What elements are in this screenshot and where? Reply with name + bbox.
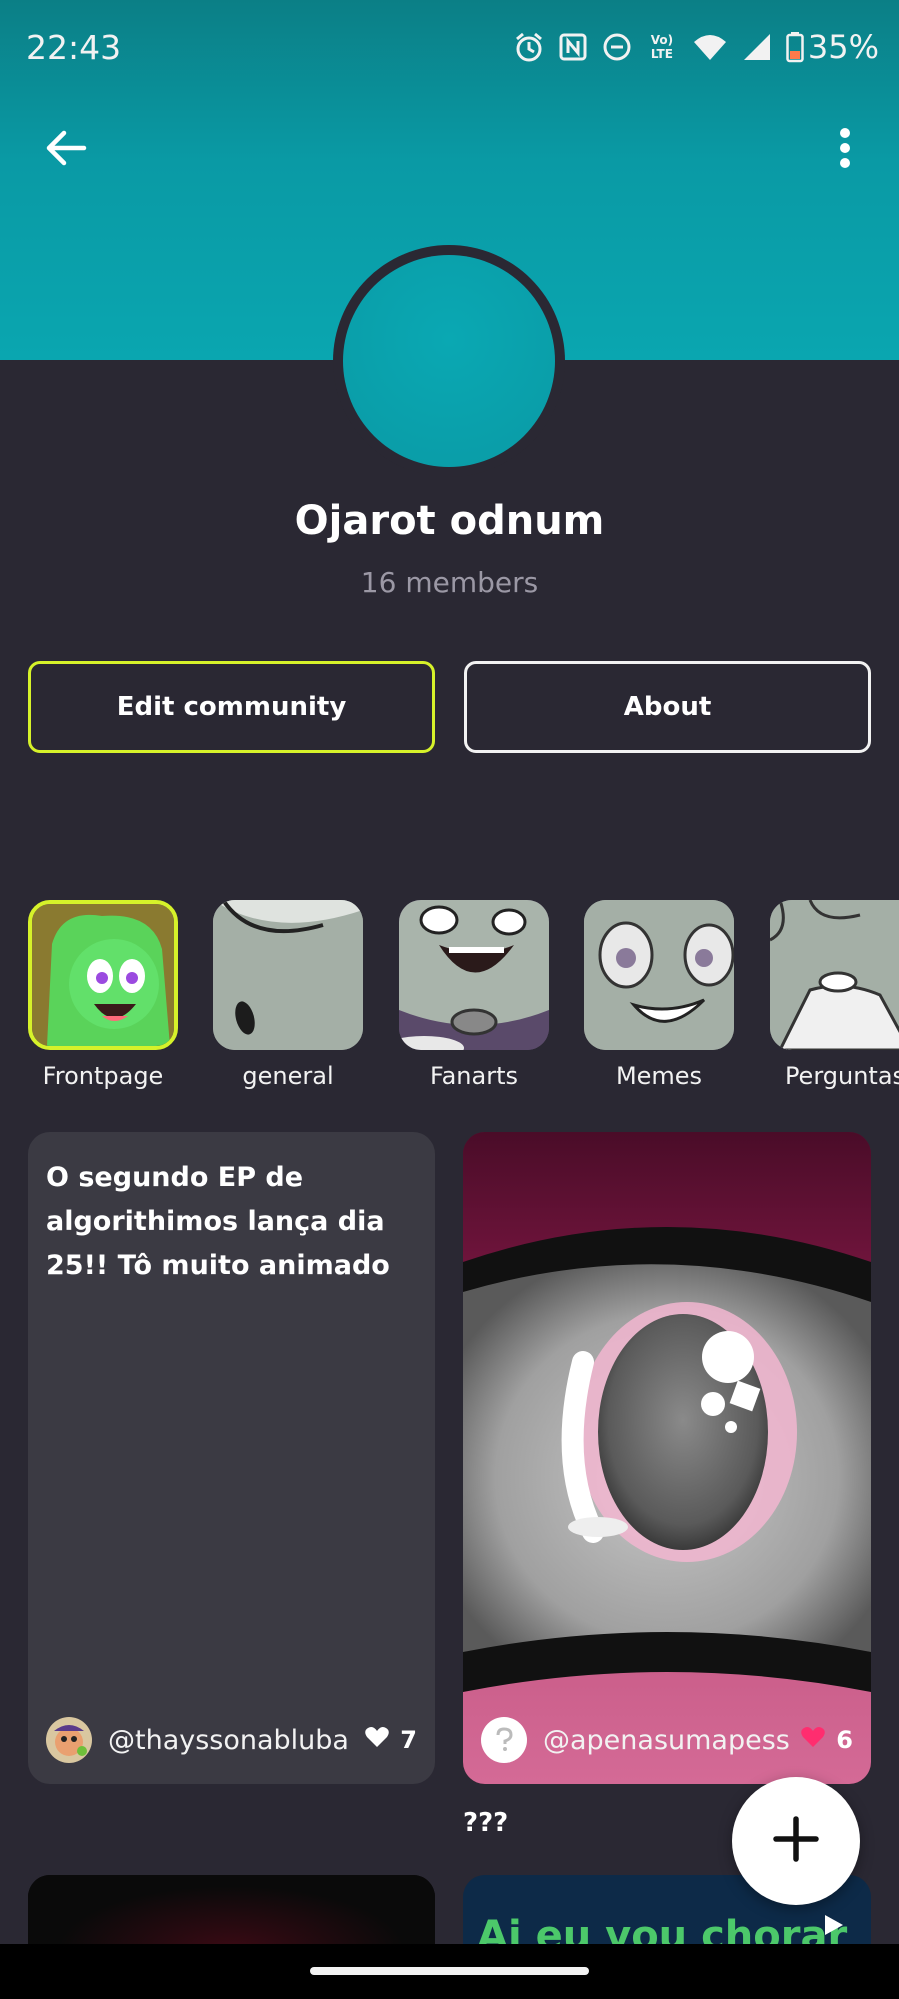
about-button[interactable]: About — [464, 661, 871, 753]
topic-thumbnail — [770, 900, 899, 1050]
post-author[interactable]: @apenasumapess — [543, 1725, 800, 1756]
battery-icon: 35% — [786, 28, 879, 66]
status-time: 22:43 — [26, 28, 122, 67]
topic-label: Fanarts — [429, 1062, 518, 1090]
community-avatar[interactable] — [343, 255, 555, 467]
topic-thumbnail — [213, 900, 363, 1050]
more-vertical-icon — [838, 126, 852, 174]
topic-fanarts[interactable]: Fanarts — [399, 900, 549, 1090]
status-icons: Vo) LTE 35% — [514, 28, 879, 66]
post-footer: @apenasumapess 6 — [481, 1714, 853, 1766]
volte-icon: Vo) LTE — [646, 33, 678, 61]
author-avatar[interactable] — [481, 1717, 527, 1763]
home-gesture-handle[interactable] — [310, 1967, 589, 1975]
topic-label: Memes — [615, 1062, 703, 1090]
post-text: O segundo EP de algorithimos lança dia 2… — [46, 1162, 390, 1281]
topic-thumbnail — [28, 900, 178, 1050]
dnd-icon — [602, 31, 632, 63]
back-button[interactable] — [34, 118, 98, 182]
create-post-button[interactable] — [732, 1777, 860, 1905]
topics-carousel[interactable]: Frontpage general Fanarts Memes Pergunta… — [0, 900, 899, 1100]
wifi-icon — [692, 31, 728, 63]
topic-label: general — [242, 1062, 334, 1090]
author-avatar[interactable] — [46, 1717, 92, 1763]
topic-label: Frontpage — [42, 1062, 164, 1090]
plus-icon — [772, 1815, 820, 1867]
topic-thumbnail — [399, 900, 549, 1050]
topic-label: Perguntas — [784, 1062, 899, 1090]
topic-memes[interactable]: Memes — [584, 900, 734, 1090]
like-count: 6 — [836, 1726, 853, 1754]
more-options-button[interactable] — [813, 118, 877, 182]
status-bar: 22:43 Vo) LTE 35% — [0, 0, 899, 96]
battery-percent: 35% — [807, 28, 879, 66]
like-count: 7 — [400, 1726, 417, 1754]
topic-thumbnail — [584, 900, 734, 1050]
heart-outline-icon — [364, 1725, 390, 1755]
volte-text-bottom: LTE — [650, 47, 673, 61]
topic-perguntas[interactable]: Perguntas — [770, 900, 899, 1090]
alarm-icon — [514, 31, 544, 63]
like-button[interactable]: 7 — [364, 1725, 417, 1755]
community-name: Ojarot odnum — [294, 498, 605, 544]
heart-filled-icon — [800, 1725, 826, 1755]
post-footer: @thayssonabluba 7 — [46, 1714, 417, 1766]
play-icon — [821, 1913, 845, 1941]
post-author[interactable]: @thayssonabluba — [108, 1725, 364, 1756]
topic-general[interactable]: general — [213, 900, 363, 1090]
arrow-left-icon — [44, 128, 88, 172]
post-card[interactable]: O segundo EP de algorithimos lança dia 2… — [28, 1132, 435, 1784]
like-button[interactable]: 6 — [800, 1725, 853, 1755]
member-count[interactable]: 16 members — [0, 566, 899, 599]
signal-icon — [742, 31, 772, 63]
topic-frontpage[interactable]: Frontpage — [28, 900, 178, 1090]
volte-text-top: Vo) — [650, 33, 674, 47]
nfc-icon — [558, 31, 588, 63]
edit-community-button[interactable]: Edit community — [28, 661, 435, 753]
post-image — [463, 1132, 871, 1784]
post-caption[interactable]: ??? — [463, 1808, 508, 1838]
post-card[interactable]: @apenasumapess 6 — [463, 1132, 871, 1784]
